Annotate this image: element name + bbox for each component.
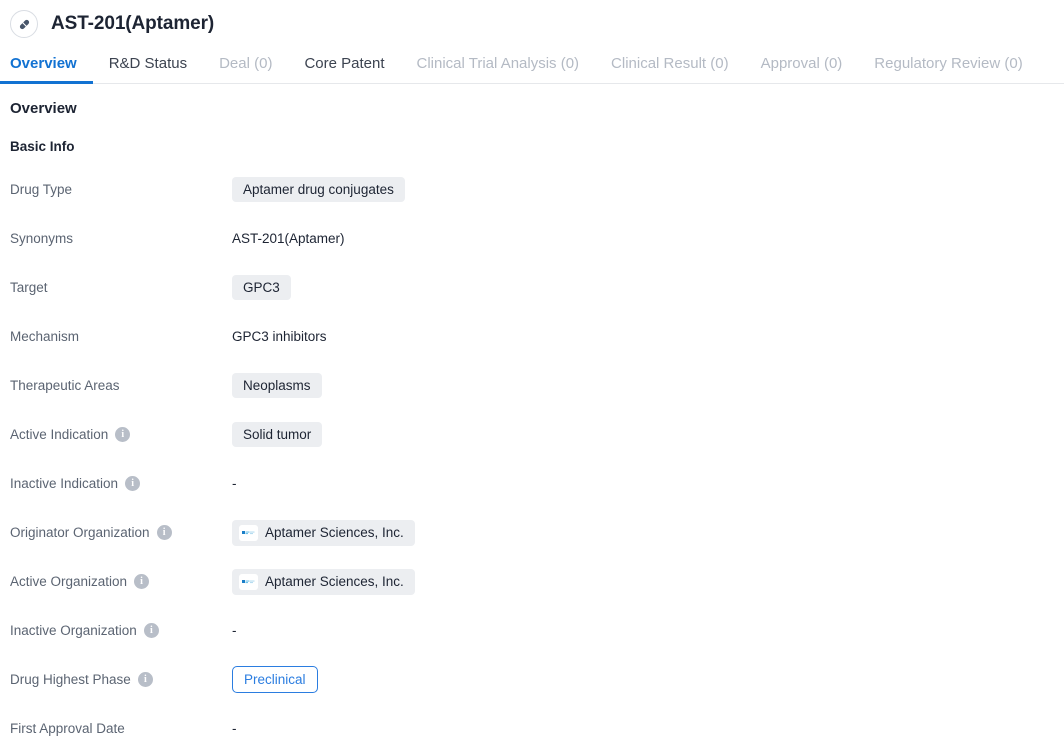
row-label: Mechanism	[10, 329, 232, 344]
row-value: Preclinical	[232, 665, 318, 694]
info-icon[interactable]: i	[156, 525, 172, 540]
tab-clinical-result[interactable]: Clinical Result (0)	[595, 56, 745, 83]
row-label: Drug Type	[10, 182, 232, 197]
info-row: First Approval Date -	[0, 713, 1064, 744]
info-row: Mechanism GPC3 inhibitors	[0, 321, 1064, 352]
value-chip[interactable]: Neoplasms	[232, 372, 322, 399]
basic-info-rows: Drug Type Aptamer drug conjugates Synonyms…	[0, 174, 1064, 744]
value-text: GPC3 inhibitors	[232, 329, 327, 344]
tab-overview[interactable]: Overview	[0, 56, 93, 84]
row-label-text: Synonyms	[10, 231, 74, 246]
row-label-text: Drug Type	[10, 182, 73, 197]
row-value: Aptamer Sciences, Inc.	[232, 519, 415, 546]
info-row: Active Organization i Aptamer Sciences, In…	[0, 566, 1064, 597]
row-label-text: Originator Organization	[10, 525, 150, 540]
tab-regulatory-review[interactable]: Regulatory Review (0)	[858, 56, 1038, 83]
overview-panel: Overview Basic Info Drug Type Aptamer dru…	[0, 84, 1064, 744]
value-chip[interactable]: Aptamer drug conjugates	[232, 176, 405, 203]
empty-value: -	[232, 623, 237, 638]
row-label-text: Mechanism	[10, 329, 80, 344]
row-value: -	[232, 476, 237, 491]
row-value: Neoplasms	[232, 372, 322, 399]
row-value: GPC3	[232, 274, 291, 301]
tab-rd-status[interactable]: R&D Status	[93, 56, 203, 83]
info-row: Inactive Organization i -	[0, 615, 1064, 646]
tab-approval[interactable]: Approval (0)	[745, 56, 859, 83]
info-row: Therapeutic Areas Neoplasms	[0, 370, 1064, 401]
row-value: -	[232, 721, 237, 736]
value-chip[interactable]: GPC3	[232, 274, 291, 301]
section-title: Overview	[10, 100, 77, 117]
info-icon[interactable]: i	[137, 672, 153, 687]
row-label: Inactive Indication i	[10, 476, 232, 491]
info-row: Synonyms AST-201(Aptamer)	[0, 223, 1064, 254]
row-value: GPC3 inhibitors	[232, 329, 327, 344]
info-row: Drug Highest Phase i Preclinical	[0, 664, 1064, 695]
row-label: Active Organization i	[10, 574, 232, 589]
info-row: Target GPC3	[0, 272, 1064, 303]
row-label-text: Drug Highest Phase	[10, 672, 131, 687]
empty-value: -	[232, 476, 237, 491]
row-label: First Approval Date	[10, 721, 232, 736]
drug-avatar	[10, 10, 38, 38]
info-icon[interactable]: i	[125, 476, 141, 491]
tab-bar: Overview R&D Status Deal (0) Core Patent…	[0, 46, 1064, 84]
info-row: Inactive Indication i -	[0, 468, 1064, 499]
row-label: Originator Organization i	[10, 525, 232, 540]
row-label-text: First Approval Date	[10, 721, 125, 736]
info-row: Drug Type Aptamer drug conjugates	[0, 174, 1064, 205]
row-label: Synonyms	[10, 231, 232, 246]
page-header: AST-201(Aptamer)	[0, 0, 1064, 46]
row-label-text: Target	[10, 280, 48, 295]
row-label-text: Active Organization	[10, 574, 128, 589]
company-logo-icon	[239, 524, 258, 541]
row-value: -	[232, 623, 237, 638]
organization-chip[interactable]: Aptamer Sciences, Inc.	[232, 519, 415, 546]
row-label-text: Inactive Indication	[10, 476, 119, 491]
info-row: Originator Organization i Aptamer Sciences…	[0, 517, 1064, 548]
info-row: Active Indication i Solid tumor	[0, 419, 1064, 450]
organization-chip[interactable]: Aptamer Sciences, Inc.	[232, 568, 415, 595]
info-icon[interactable]: i	[134, 574, 150, 589]
row-label-text: Therapeutic Areas	[10, 378, 120, 393]
page-title: AST-201(Aptamer)	[51, 13, 215, 34]
tab-core-patent[interactable]: Core Patent	[288, 56, 400, 83]
info-icon[interactable]: i	[115, 427, 131, 442]
row-label: Active Indication i	[10, 427, 232, 442]
drug-phase-pill[interactable]: Preclinical	[232, 665, 318, 694]
tab-clinical-trial-analysis[interactable]: Clinical Trial Analysis (0)	[401, 56, 596, 83]
tab-deal[interactable]: Deal (0)	[203, 56, 288, 83]
row-label-text: Active Indication	[10, 427, 109, 442]
subsection-title-basic-info: Basic Info	[10, 139, 75, 154]
info-icon[interactable]: i	[143, 623, 159, 638]
organization-name: Aptamer Sciences, Inc.	[265, 573, 404, 589]
row-label: Target	[10, 280, 232, 295]
value-chip[interactable]: Solid tumor	[232, 421, 323, 448]
company-logo-icon	[239, 573, 258, 590]
row-label: Inactive Organization i	[10, 623, 232, 638]
row-label-text: Inactive Organization	[10, 623, 137, 638]
organization-name: Aptamer Sciences, Inc.	[265, 524, 404, 540]
value-text: AST-201(Aptamer)	[232, 231, 345, 246]
pill-capsule-icon	[16, 16, 33, 33]
row-label: Therapeutic Areas	[10, 378, 232, 393]
row-value: Solid tumor	[232, 421, 323, 448]
row-value: Aptamer drug conjugates	[232, 176, 405, 203]
row-label: Drug Highest Phase i	[10, 672, 232, 687]
row-value: Aptamer Sciences, Inc.	[232, 568, 415, 595]
empty-value: -	[232, 721, 237, 736]
row-value: AST-201(Aptamer)	[232, 231, 345, 246]
